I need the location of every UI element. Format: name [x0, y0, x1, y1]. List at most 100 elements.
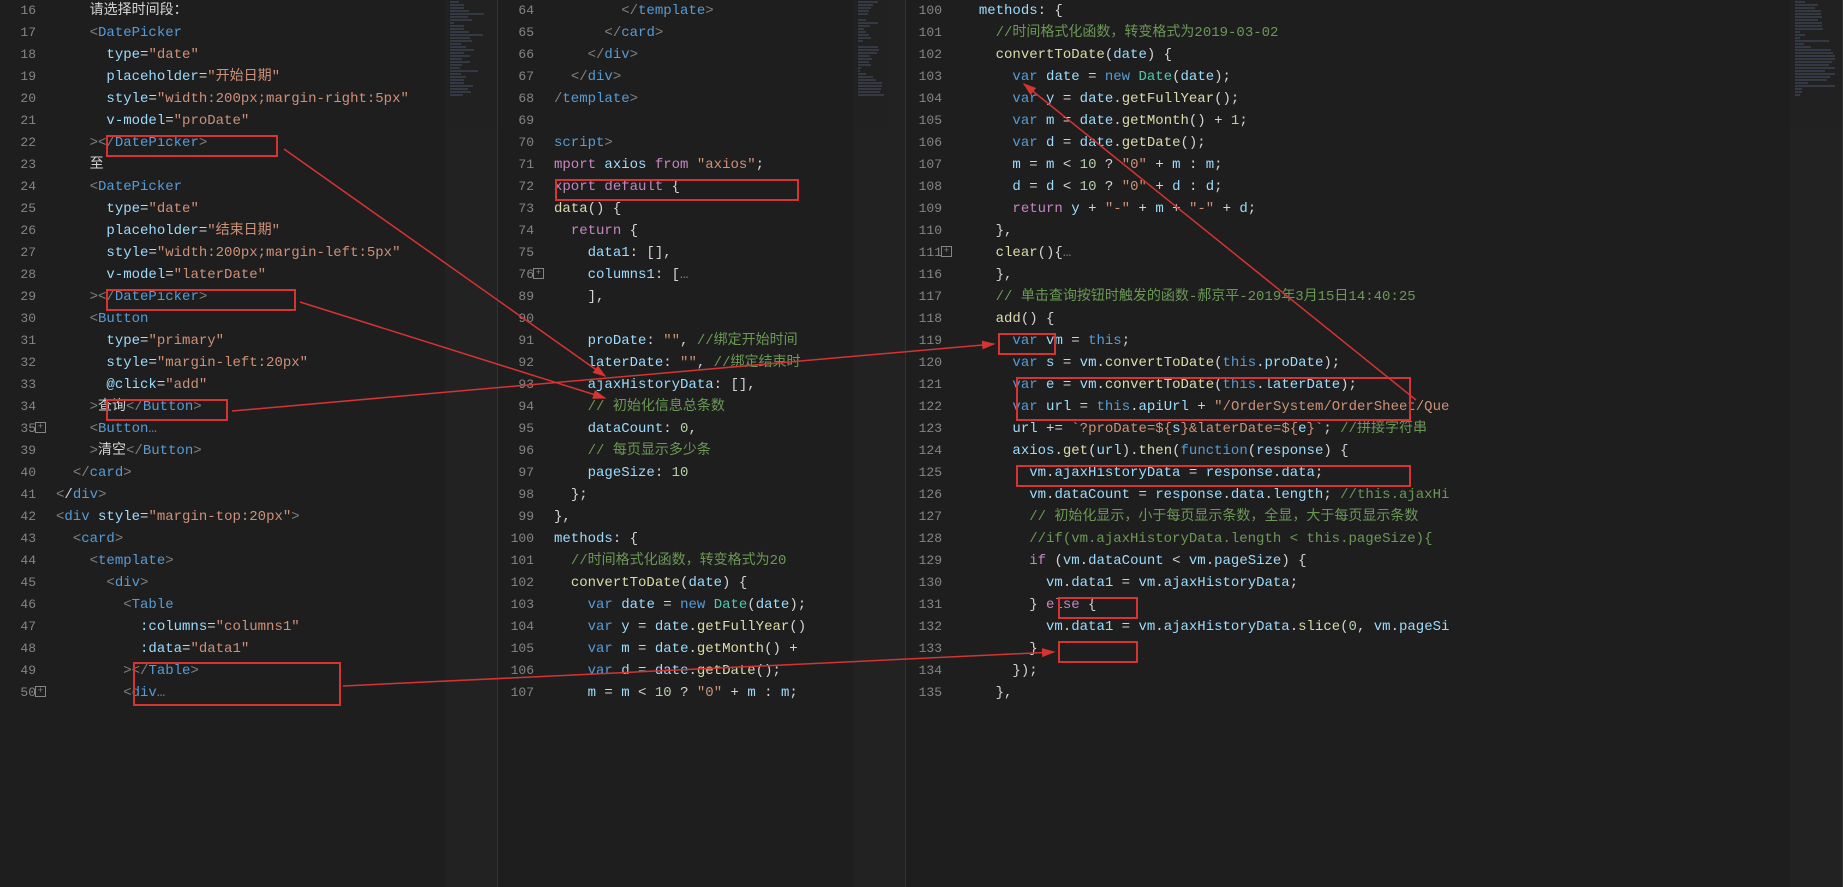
line-number: 43	[0, 528, 36, 550]
code-line[interactable]: var date = new Date(date);	[962, 66, 1842, 88]
editor-pane-1[interactable]: 1617181920212223242526272829303132333435…	[0, 0, 498, 887]
line-number: 47	[0, 616, 36, 638]
code-line[interactable]: var s = vm.convertToDate(this.proDate);	[962, 352, 1842, 374]
code-line[interactable]: var vm = this;	[962, 330, 1842, 352]
code-line[interactable]: >清空</Button>	[56, 440, 497, 462]
line-number: 29	[0, 286, 36, 308]
code-line[interactable]: type="date"	[56, 44, 497, 66]
code-line[interactable]: //时间格式化函数，转变格式为2019-03-02	[962, 22, 1842, 44]
code-line[interactable]: @click="add"	[56, 374, 497, 396]
code-line[interactable]: ></DatePicker>	[56, 286, 497, 308]
code-line[interactable]: var e = vm.convertToDate(this.laterDate)…	[962, 374, 1842, 396]
line-number: 110	[906, 220, 942, 242]
code-line[interactable]: <div>	[56, 572, 497, 594]
code-line[interactable]: });	[962, 660, 1842, 682]
code-line[interactable]: 至	[56, 154, 497, 176]
code-line[interactable]: m = m < 10 ? "0" + m : m;	[962, 154, 1842, 176]
line-number: 74	[498, 220, 534, 242]
code-line[interactable]: type="date"	[56, 198, 497, 220]
code-line[interactable]: ></DatePicker>	[56, 132, 497, 154]
code-line[interactable]: :data="data1"	[56, 638, 497, 660]
code-line[interactable]: return y + "-" + m + "-" + d;	[962, 198, 1842, 220]
code-line[interactable]: clear(){…	[962, 242, 1842, 264]
code-line[interactable]: <div…	[56, 682, 497, 704]
line-number: 118	[906, 308, 942, 330]
code-line[interactable]: ></Table>	[56, 660, 497, 682]
editor-pane-2[interactable]: 64656667686970717273747576+8990919293949…	[498, 0, 906, 887]
code-line[interactable]: },	[962, 682, 1842, 704]
code-line[interactable]: //if(vm.ajaxHistoryData.length < this.pa…	[962, 528, 1842, 550]
code-line[interactable]: axios.get(url).then(function(response) {	[962, 440, 1842, 462]
line-number: 120	[906, 352, 942, 374]
code-line[interactable]: v-model="proDate"	[56, 110, 497, 132]
line-number: 129	[906, 550, 942, 572]
code-line[interactable]: var d = date.getDate();	[962, 132, 1842, 154]
code-line[interactable]: convertToDate(date) {	[962, 44, 1842, 66]
code-line[interactable]: if (vm.dataCount < vm.pageSize) {	[962, 550, 1842, 572]
code-line[interactable]: <template>	[56, 550, 497, 572]
code-line[interactable]: vm.data1 = vm.ajaxHistoryData;	[962, 572, 1842, 594]
code-line[interactable]: :columns="columns1"	[56, 616, 497, 638]
code-line[interactable]: placeholder="结束日期"	[56, 220, 497, 242]
code-line[interactable]: // 初始化显示，小于每页显示条数，全显，大于每页显示条数	[962, 506, 1842, 528]
line-number: 98	[498, 484, 534, 506]
code-line[interactable]: >查询</Button>	[56, 396, 497, 418]
code-line[interactable]: },	[962, 264, 1842, 286]
line-number: 72	[498, 176, 534, 198]
code-line[interactable]: <div style="margin-top:20px">	[56, 506, 497, 528]
code-line[interactable]: v-model="laterDate"	[56, 264, 497, 286]
code-line[interactable]: var m = date.getMonth() + 1;	[962, 110, 1842, 132]
line-number: 28	[0, 264, 36, 286]
line-number: 34	[0, 396, 36, 418]
code-line[interactable]: </card>	[56, 462, 497, 484]
code-2[interactable]: </template> </card> </div> </div>/templa…	[546, 0, 905, 704]
code-line[interactable]: style="width:200px;margin-left:5px"	[56, 242, 497, 264]
code-line[interactable]: 请选择时间段：	[56, 0, 497, 22]
line-number: 97	[498, 462, 534, 484]
gutter-3: 100101102103104105106107108109110111+116…	[906, 0, 954, 704]
code-line[interactable]: </div>	[56, 484, 497, 506]
fold-icon[interactable]: +	[533, 268, 544, 279]
code-line[interactable]: placeholder="开始日期"	[56, 66, 497, 88]
code-1[interactable]: 请选择时间段： <DatePicker type="date" placehol…	[48, 0, 497, 704]
fold-icon[interactable]: +	[941, 246, 952, 257]
line-number: 109	[906, 198, 942, 220]
code-line[interactable]: add() {	[962, 308, 1842, 330]
code-line[interactable]: // 单击查询按钮时触发的函数-郝京平-2019年3月15日14:40:25	[962, 286, 1842, 308]
code-line[interactable]: <Table	[56, 594, 497, 616]
code-line[interactable]: var y = date.getFullYear();	[962, 88, 1842, 110]
code-line[interactable]: <card>	[56, 528, 497, 550]
code-line[interactable]: style="margin-left:20px"	[56, 352, 497, 374]
code-line[interactable]: d = d < 10 ? "0" + d : d;	[962, 176, 1842, 198]
line-number: 92	[498, 352, 534, 374]
line-number: 107	[498, 682, 534, 704]
line-number: 103	[498, 594, 534, 616]
code-line[interactable]: <DatePicker	[56, 176, 497, 198]
fold-icon[interactable]: +	[35, 422, 46, 433]
code-line[interactable]: <DatePicker	[56, 22, 497, 44]
line-number: 105	[498, 638, 534, 660]
minimap-2[interactable]	[853, 0, 905, 887]
code-line[interactable]: },	[962, 220, 1842, 242]
editor-pane-3[interactable]: 100101102103104105106107108109110111+116…	[906, 0, 1843, 887]
code-line[interactable]: } else {	[962, 594, 1842, 616]
code-line[interactable]: }	[962, 638, 1842, 660]
line-number: 18	[0, 44, 36, 66]
code-line[interactable]: style="width:200px;margin-right:5px"	[56, 88, 497, 110]
code-line[interactable]: vm.data1 = vm.ajaxHistoryData.slice(0, v…	[962, 616, 1842, 638]
code-3[interactable]: methods: { //时间格式化函数，转变格式为2019-03-02 con…	[954, 0, 1842, 704]
minimap-3[interactable]	[1790, 0, 1842, 887]
minimap-1[interactable]	[445, 0, 497, 887]
code-line[interactable]: vm.ajaxHistoryData = response.data;	[962, 462, 1842, 484]
code-line[interactable]: <Button…	[56, 418, 497, 440]
code-line[interactable]: <Button	[56, 308, 497, 330]
code-line[interactable]: vm.dataCount = response.data.length; //t…	[962, 484, 1842, 506]
line-number: 133	[906, 638, 942, 660]
fold-icon[interactable]: +	[35, 686, 46, 697]
code-line[interactable]: var url = this.apiUrl + "/OrderSystem/Or…	[962, 396, 1842, 418]
code-line[interactable]: methods: {	[962, 0, 1842, 22]
line-number: 41	[0, 484, 36, 506]
code-line[interactable]: type="primary"	[56, 330, 497, 352]
line-number: 90	[498, 308, 534, 330]
code-line[interactable]: url += `?proDate=${s}&laterDate=${e}`; /…	[962, 418, 1842, 440]
